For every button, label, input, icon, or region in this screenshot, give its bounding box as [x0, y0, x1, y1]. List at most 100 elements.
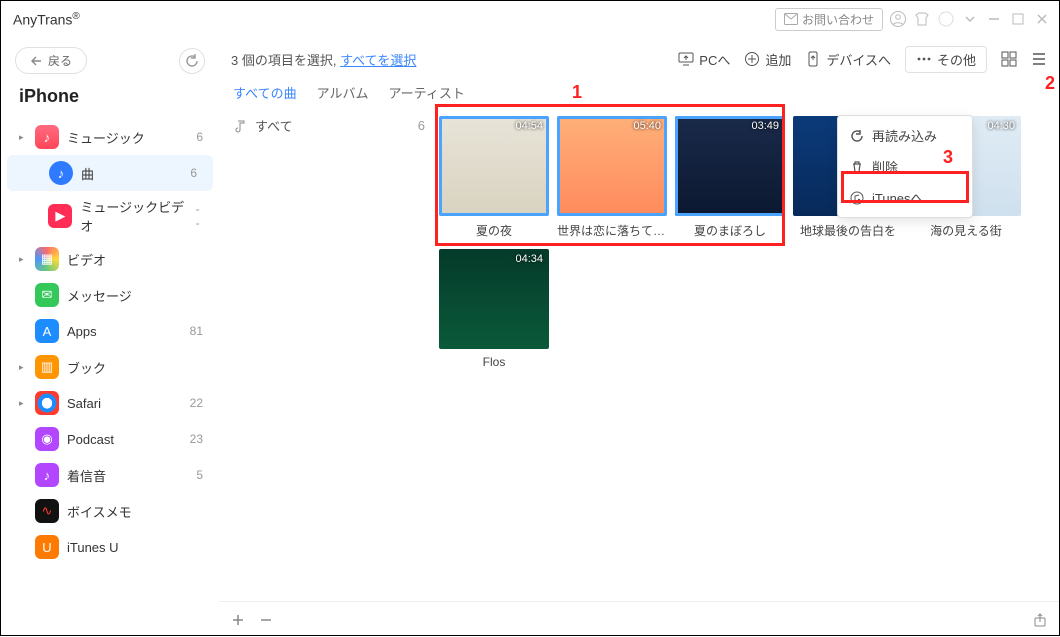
disclosure-triangle-icon: ▸ [19, 254, 27, 265]
more-button[interactable]: その他 [905, 46, 987, 73]
sidebar-item[interactable]: ✉ メッセージ [1, 277, 219, 313]
category-icon: ♪ [49, 161, 73, 185]
sidebar-item-label: Apps [67, 324, 97, 339]
tab-all-songs[interactable]: すべての曲 [233, 83, 297, 102]
contact-button[interactable]: お問い合わせ [775, 8, 883, 31]
sidebar-item[interactable]: ♪ 着信音 5 [1, 457, 219, 493]
sidebar-item-label: ミュージック [67, 128, 145, 147]
song-tile[interactable]: 03:49夏のまぼろし [675, 116, 785, 239]
duration-label: 04:34 [515, 253, 543, 265]
callout-1: 1 [572, 82, 594, 104]
sidebar-item[interactable]: AApps81 [1, 313, 219, 349]
category-icon: ♪ [35, 125, 59, 149]
song-tile[interactable]: 04:54 夏の夜 [439, 116, 549, 239]
sidebar-item[interactable]: ▸ ▥ ブック [1, 349, 219, 385]
song-title: 夏の夜 [439, 216, 549, 239]
dropdown-to-itunes[interactable]: iTunesへ [838, 182, 972, 213]
minimize-icon[interactable] [985, 10, 1003, 28]
select-all-link[interactable]: すべてを選択 [340, 53, 416, 68]
sidebar-item-label: ブック [67, 358, 106, 377]
song-tile[interactable]: 05:40世界は恋に落ちてい... [557, 116, 667, 239]
sidebar-item-count: -- [196, 202, 203, 230]
sidebar-item[interactable]: ∿ ボイスメモ [1, 493, 219, 529]
sidebar-item-count: 5 [196, 468, 203, 482]
sidebar-item-label: メッセージ [67, 286, 132, 305]
category-icon: ▶ [48, 204, 72, 228]
monitor-icon [678, 51, 694, 67]
dots-icon [916, 51, 932, 67]
app-name: AnyTrans® [9, 11, 80, 28]
sidebar-item-label: 着信音 [67, 466, 106, 485]
account-icon[interactable] [889, 10, 907, 28]
sidebar-item[interactable]: ▶ ミュージックビデオ -- [1, 191, 219, 241]
add-button[interactable]: 追加 [744, 50, 791, 69]
content-pane: 3 個の項目を選択, すべてを選択 PCへ 追加 デバイスへ その他 [219, 37, 1059, 637]
sidebar-item-label: ミュージックビデオ [80, 197, 187, 235]
duration-label: 05:40 [633, 120, 661, 132]
disclosure-triangle-icon: ▸ [19, 362, 27, 373]
maximize-icon[interactable] [1009, 10, 1027, 28]
song-title: Flos [439, 349, 549, 369]
trash-icon [850, 160, 864, 174]
sidebar-item[interactable]: UiTunes U [1, 529, 219, 565]
callout-3: 3 [943, 147, 953, 168]
close-icon[interactable] [1033, 10, 1051, 28]
duration-label: 03:49 [751, 120, 779, 132]
titlebar: AnyTrans® お問い合わせ [1, 1, 1059, 37]
sidebar-item[interactable]: ◉Podcast23 [1, 421, 219, 457]
tshirt-icon[interactable] [913, 10, 931, 28]
duration-label: 04:30 [987, 120, 1015, 132]
category-icon: ◎ [35, 391, 59, 415]
minus-icon [259, 613, 273, 627]
sidebar-item-count: 22 [190, 396, 203, 410]
sidebar: 戻る iPhone ▸ ♪ ミュージック 6 ♪ 曲 6 ▶ ミュージックビデオ -- ▸ ▦ ビデオ ✉… [1, 37, 219, 637]
chevron-down-icon[interactable] [961, 10, 979, 28]
category-icon: ◉ [35, 427, 59, 451]
arrow-left-icon [30, 56, 42, 66]
device-name: iPhone [1, 82, 219, 119]
sidebar-item[interactable]: ▸ ▦ ビデオ [1, 241, 219, 277]
sidebar-item-count: 6 [196, 130, 203, 144]
refresh-button[interactable] [179, 48, 205, 74]
sidebar-item[interactable]: ▸♪ミュージック6 [1, 119, 219, 155]
song-tile[interactable]: 04:34 Flos [439, 249, 549, 369]
category-tabs: すべての曲 アルバム アーティスト [219, 81, 1059, 110]
footer [219, 601, 1059, 637]
list-view-button[interactable] [1031, 51, 1047, 67]
selection-label: 3 個の項目を選択, すべてを選択 [231, 50, 416, 69]
song-title: 海の見える街 [911, 216, 1021, 239]
itunes-icon [850, 191, 864, 205]
refresh-icon [185, 54, 199, 68]
sidebar-item-label: ボイスメモ [67, 502, 132, 521]
category-icon: U [35, 535, 59, 559]
filter-all[interactable]: すべて 6 [219, 110, 439, 141]
category-icon: ▥ [35, 355, 59, 379]
category-icon: A [35, 319, 59, 343]
back-button[interactable]: 戻る [15, 47, 87, 74]
plus-circle-icon [744, 51, 760, 67]
tab-album[interactable]: アルバム [317, 83, 369, 102]
footer-add-button[interactable] [231, 613, 245, 627]
category-icon: ✉ [35, 283, 59, 307]
sidebar-item-label: 曲 [81, 164, 94, 183]
sidebar-item[interactable]: ▸◎Safari22 [1, 385, 219, 421]
duration-label: 04:54 [515, 120, 543, 132]
song-thumbnail: 04:54 [439, 116, 549, 216]
category-icon: ♪ [35, 463, 59, 487]
share-icon [1033, 613, 1047, 627]
category-icon: ∿ [35, 499, 59, 523]
song-title: 地球最後の告白を [793, 216, 903, 239]
tab-artist[interactable]: アーティスト [388, 83, 464, 102]
to-pc-button[interactable]: PCへ [678, 50, 730, 69]
theme-icon[interactable] [937, 10, 955, 28]
sidebar-item-count: 6 [190, 166, 197, 180]
footer-remove-button[interactable] [259, 613, 273, 627]
category-icon: ▦ [35, 247, 59, 271]
sidebar-item-label: ビデオ [67, 250, 106, 269]
footer-share-button[interactable] [1033, 613, 1047, 627]
device-icon [805, 51, 821, 67]
filter-column: すべて 6 [219, 110, 439, 601]
to-device-button[interactable]: デバイスへ [805, 50, 891, 69]
grid-view-button[interactable] [1001, 51, 1017, 67]
sidebar-item[interactable]: ♪ 曲 6 [7, 155, 213, 191]
